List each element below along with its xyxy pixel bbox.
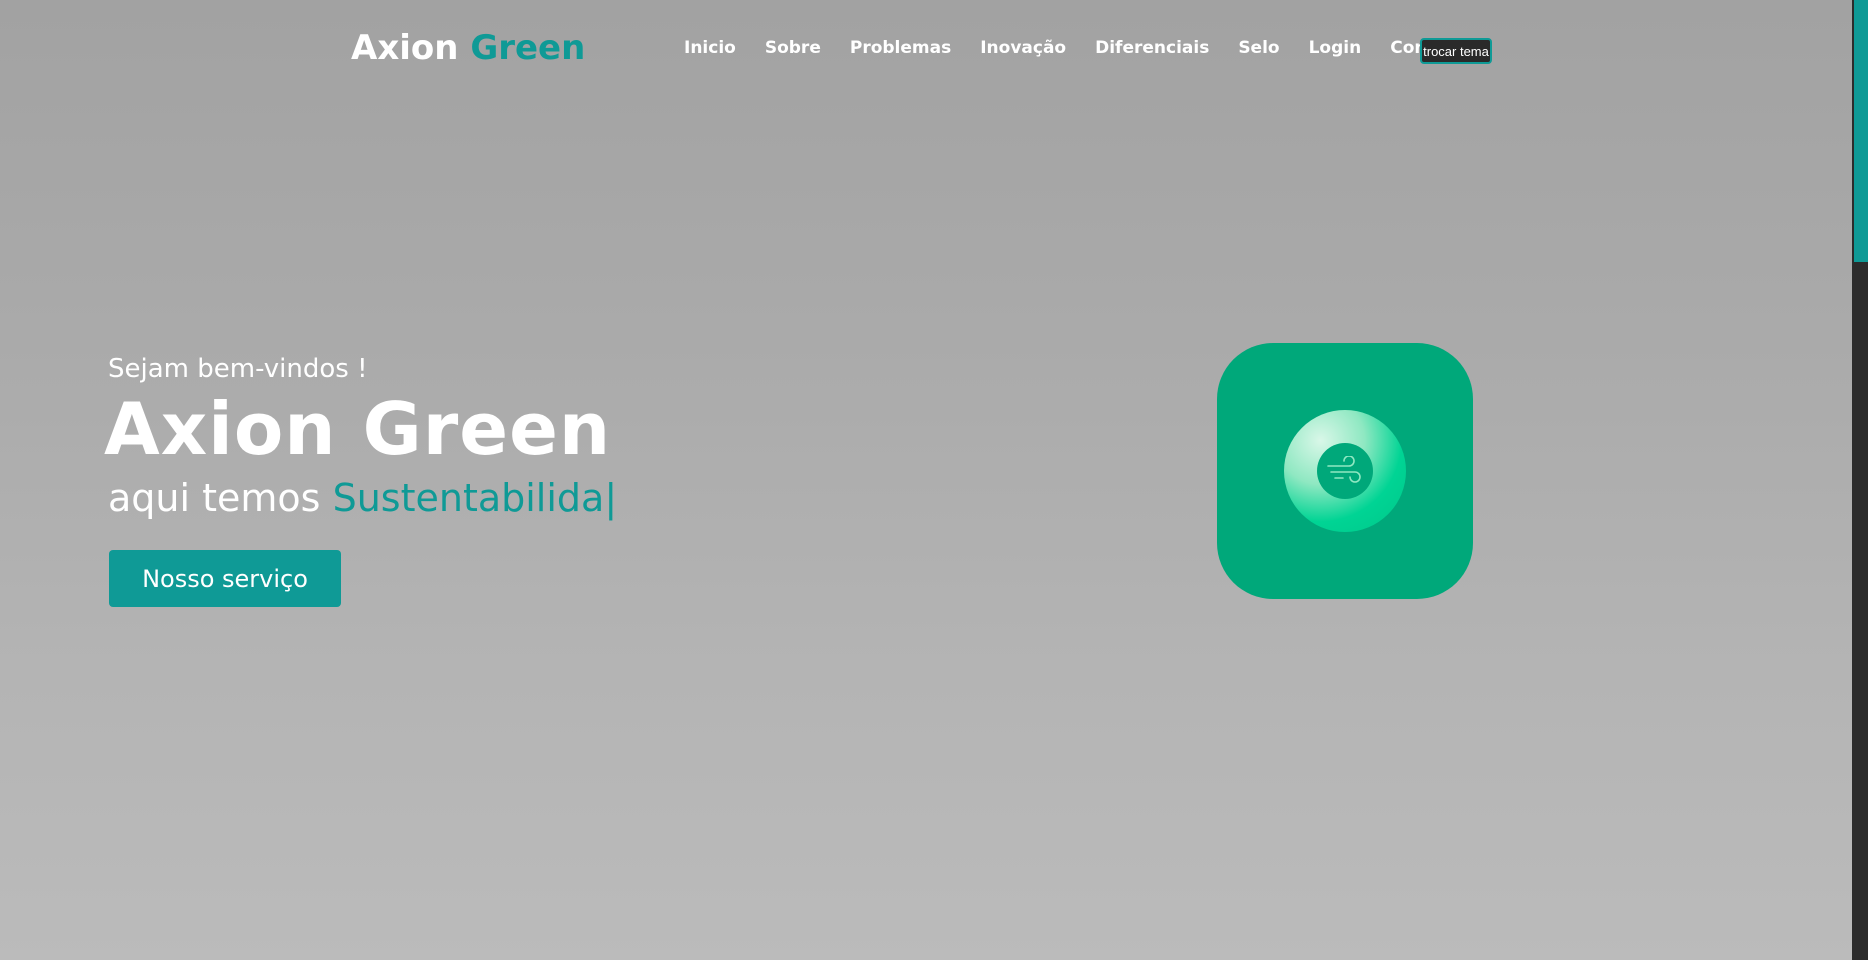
logo-accent: Green: [470, 28, 586, 68]
welcome-text: Sejam bem-vindos !: [108, 354, 368, 384]
page-scrollbar[interactable]: [1852, 0, 1868, 960]
scrollbar-thumb[interactable]: [1854, 0, 1868, 262]
tagline-prefix: aqui temos: [108, 476, 321, 520]
hero-title: Axion Green: [104, 387, 612, 471]
nav-link-sobre[interactable]: Sobre: [765, 38, 821, 58]
nav-link-problemas[interactable]: Problemas: [850, 38, 951, 58]
tagline-typed-word: Sustentabilida: [332, 476, 605, 520]
logo[interactable]: Axion Green: [351, 28, 585, 68]
our-service-button[interactable]: Nosso serviço: [109, 550, 341, 607]
hero-tagline: aqui temos Sustentabilida|: [108, 476, 617, 520]
nav-link-inovacao[interactable]: Inovação: [980, 38, 1066, 58]
nav-link-selo[interactable]: Selo: [1238, 38, 1279, 58]
app-icon: [1217, 343, 1473, 599]
nav-link-diferenciais[interactable]: Diferenciais: [1095, 38, 1209, 58]
main-nav: Inicio Sobre Problemas Inovação Diferenc…: [684, 38, 1495, 58]
typing-cursor: |: [604, 476, 618, 520]
logo-main: Axion: [351, 28, 459, 68]
theme-toggle-button[interactable]: trocar tema: [1420, 38, 1492, 64]
nav-link-inicio[interactable]: Inicio: [684, 38, 736, 58]
nav-link-login[interactable]: Login: [1309, 38, 1362, 58]
page: Axion Green Inicio Sobre Problemas Inova…: [0, 0, 1852, 960]
wind-icon: [1317, 443, 1373, 499]
ring-graphic: [1284, 410, 1406, 532]
wind-icon-svg: [1327, 456, 1361, 483]
